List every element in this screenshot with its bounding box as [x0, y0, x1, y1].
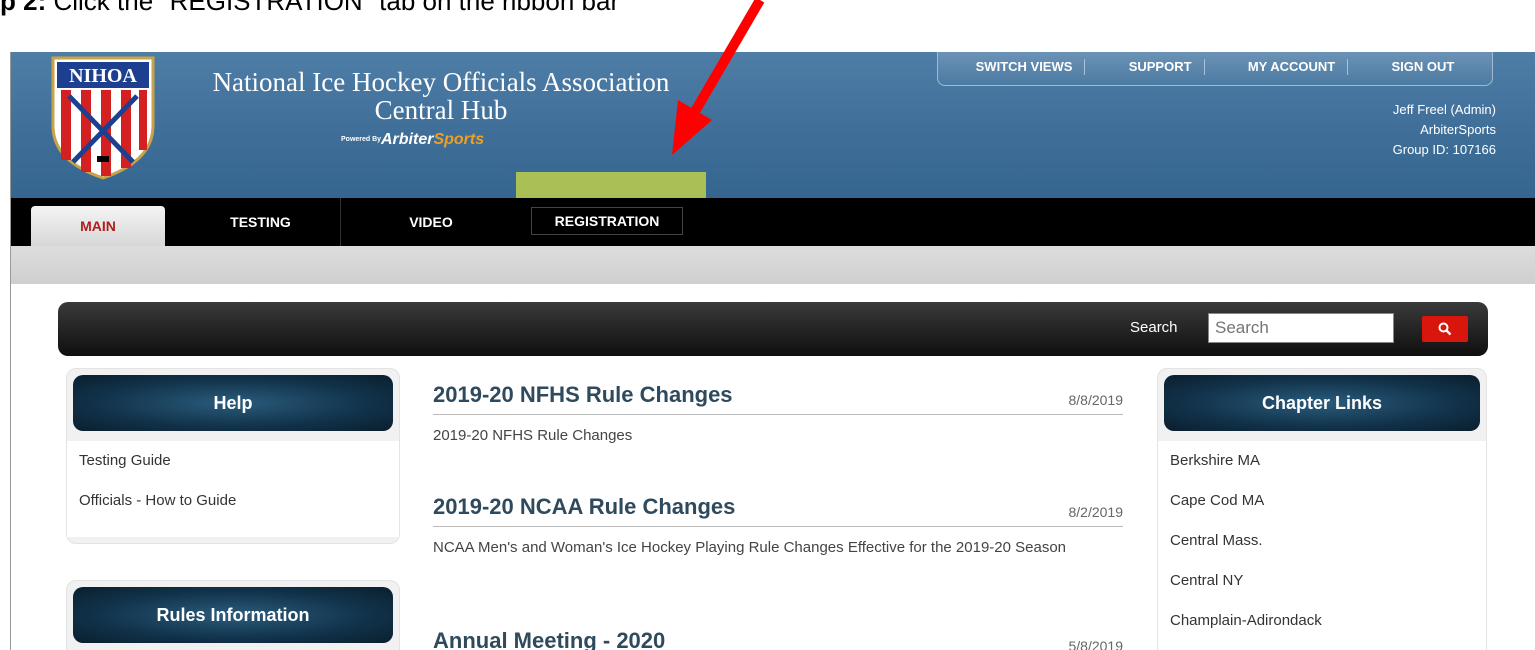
news-title[interactable]: 2019-20 NFHS Rule Changes	[433, 382, 733, 408]
site-title-line1: National Ice Hockey Officials Associatio…	[212, 67, 670, 97]
officials-guide-link[interactable]: Officials - How to Guide	[67, 481, 399, 521]
tab-video[interactable]: VIDEO	[351, 198, 511, 246]
search-bar: Search	[58, 302, 1488, 356]
news-item: 2019-20 NFHS Rule Changes 8/8/2019 2019-…	[433, 382, 1123, 445]
rules-panel-title: Rules Information	[73, 587, 393, 643]
help-panel-body: Testing Guide Officials - How to Guide	[67, 441, 399, 537]
instruction-text: p 2: Click the "REGISTRATION" tab on the…	[0, 0, 619, 16]
my-account-link[interactable]: MY ACCOUNT	[1236, 59, 1349, 75]
chapter-link[interactable]: Central Mass.	[1158, 521, 1486, 561]
tab-registration[interactable]: REGISTRATION	[531, 207, 683, 235]
search-label: Search	[1130, 319, 1178, 336]
site-title-line2: Central Hub	[374, 95, 508, 125]
testing-guide-link[interactable]: Testing Guide	[67, 441, 399, 481]
top-nav: SWITCH VIEWS SUPPORT MY ACCOUNT SIGN OUT	[937, 52, 1493, 86]
news-date: 5/8/2019	[1068, 638, 1124, 650]
logo-text: NIHOA	[69, 65, 137, 87]
instruction-step: p 2:	[0, 0, 47, 16]
news-description: 2019-20 NFHS Rule Changes	[433, 427, 633, 444]
chapter-links-body: Berkshire MA Cape Cod MA Central Mass. C…	[1158, 441, 1486, 650]
support-link[interactable]: SUPPORT	[1117, 59, 1205, 75]
chapter-links-panel: Chapter Links Berkshire MA Cape Cod MA C…	[1157, 368, 1487, 650]
search-icon	[1438, 322, 1452, 336]
help-panel: Help Testing Guide Officials - How to Gu…	[66, 368, 400, 544]
tab-main[interactable]: MAIN	[31, 206, 165, 246]
nihoa-logo: NIHOA	[51, 56, 155, 180]
news-title[interactable]: Annual Meeting - 2020	[433, 628, 665, 650]
news-title[interactable]: 2019-20 NCAA Rule Changes	[433, 494, 735, 520]
group-id: Group ID: 107166	[1392, 142, 1496, 157]
search-input[interactable]	[1208, 313, 1394, 343]
chapter-links-title: Chapter Links	[1164, 375, 1480, 431]
news-item: 2019-20 NCAA Rule Changes 8/2/2019 NCAA …	[433, 494, 1123, 557]
search-button[interactable]	[1422, 316, 1468, 342]
chapter-link[interactable]: Champlain-Adirondack	[1158, 601, 1486, 641]
user-org: ArbiterSports	[1420, 122, 1496, 137]
chapter-link[interactable]: Cape Cod MA	[1158, 481, 1486, 521]
news-date: 8/2/2019	[1068, 504, 1124, 520]
powered-by-label: Powered By	[341, 136, 382, 143]
rules-panel: Rules Information	[66, 580, 400, 650]
news-date: 8/8/2019	[1068, 392, 1124, 408]
pointer-arrow	[672, 0, 765, 155]
arbiter-sports-logo: ArbiterSports	[381, 131, 484, 149]
user-info: Jeff Freel (Admin) ArbiterSports Group I…	[1393, 100, 1496, 160]
brand-part2: Sports	[433, 131, 485, 148]
site-title: National Ice Hockey Officials Associatio…	[201, 68, 681, 124]
sign-out-link[interactable]: SIGN OUT	[1380, 59, 1467, 75]
chapter-link[interactable]: Central NY	[1158, 561, 1486, 601]
news-description: NCAA Men's and Woman's Ice Hockey Playin…	[433, 539, 1067, 556]
switch-views-link[interactable]: SWITCH VIEWS	[964, 59, 1086, 75]
brand-part1: Arbiter	[381, 131, 434, 148]
help-panel-title: Help	[73, 375, 393, 431]
news-item: Annual Meeting - 2020 5/8/2019	[433, 628, 1123, 650]
ribbon-bar: MAIN TESTING VIDEO	[11, 198, 1535, 246]
tab-testing[interactable]: TESTING	[181, 198, 341, 246]
sub-nav-bar	[11, 246, 1535, 284]
user-name: Jeff Freel (Admin)	[1392, 102, 1496, 117]
chapter-link[interactable]: Berkshire MA	[1158, 441, 1486, 481]
instruction-body: Click the "REGISTRATION" tab on the ribb…	[46, 0, 620, 16]
